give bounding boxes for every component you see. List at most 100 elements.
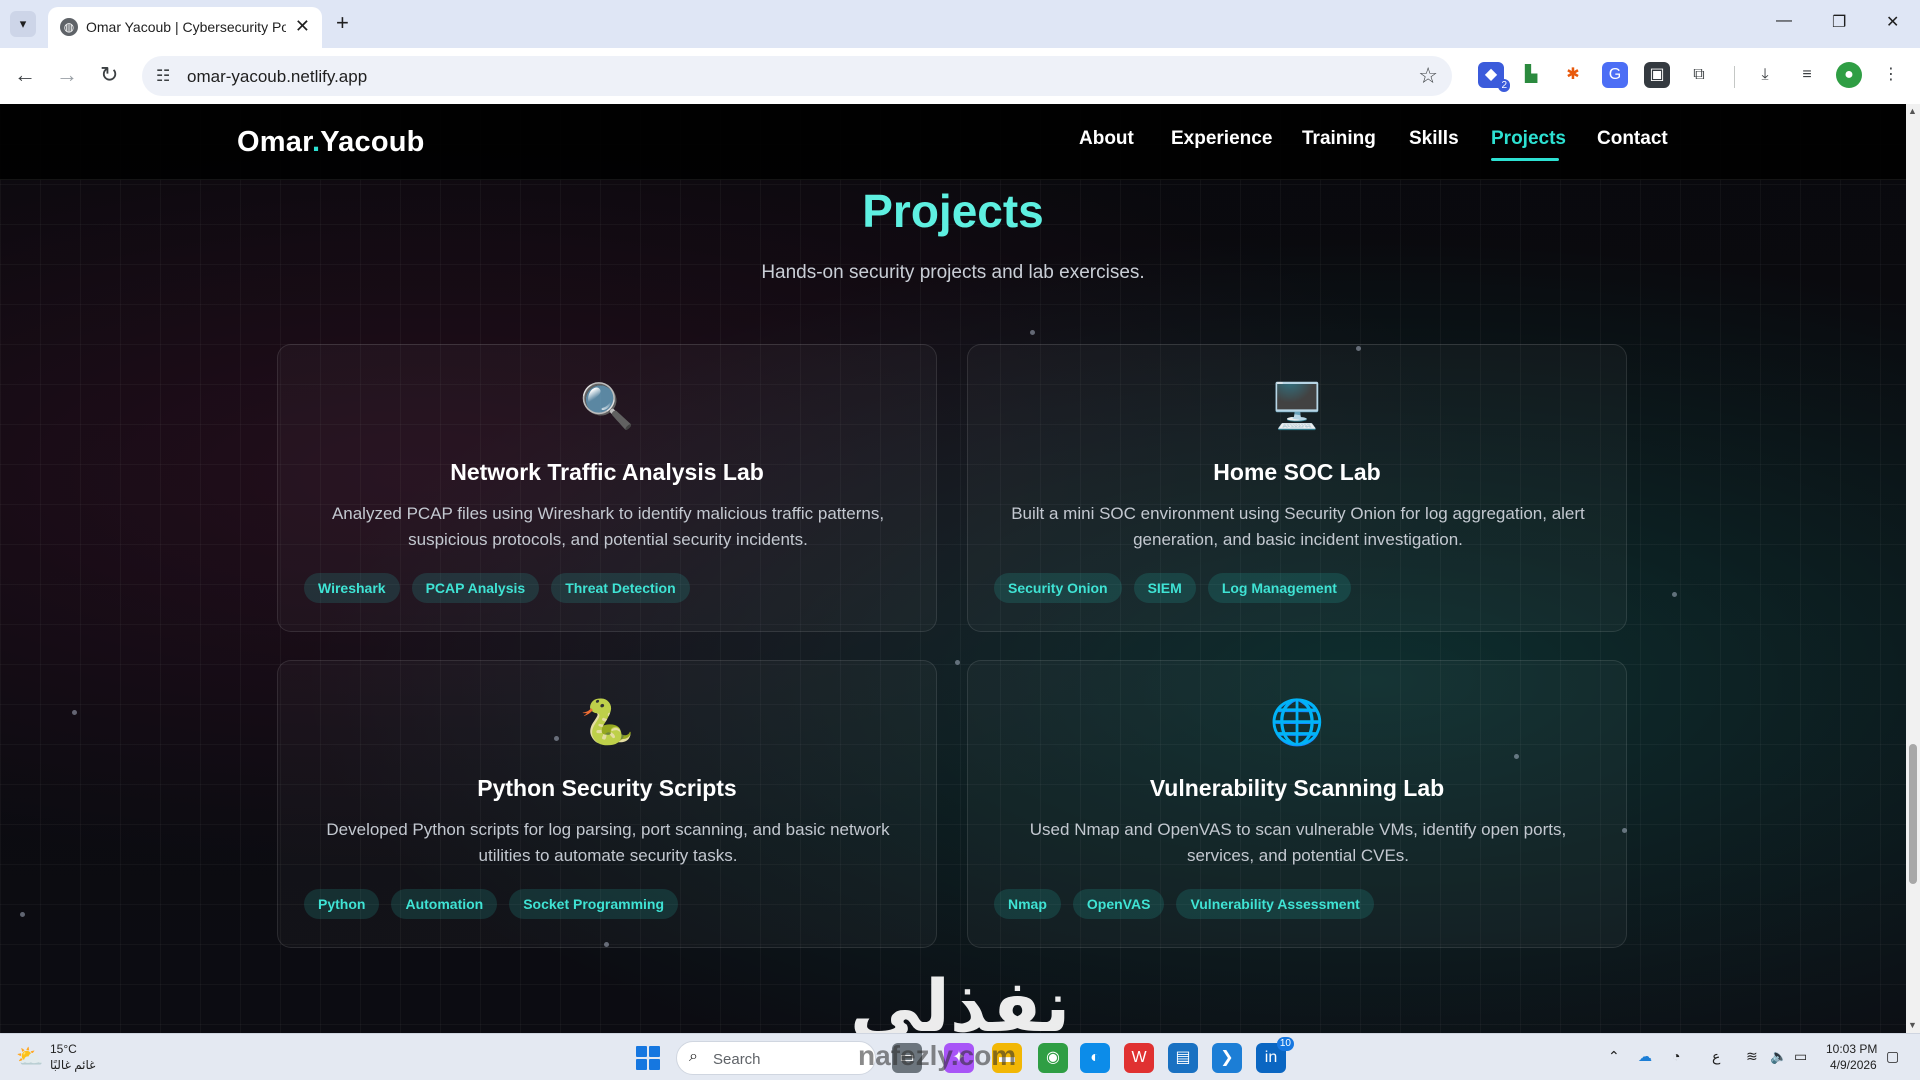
extension-5-icon[interactable]: ▣ <box>1644 62 1670 88</box>
tab-title: Omar Yacoub | Cybersecurity Portfolio <box>86 19 286 35</box>
tab-search-button[interactable]: ▾ <box>10 11 36 37</box>
reload-icon[interactable]: ↻ <box>100 62 118 88</box>
particle <box>72 710 77 715</box>
browser-tab[interactable]: ◍ Omar Yacoub | Cybersecurity Portfolio … <box>48 7 322 48</box>
weather-temperature[interactable]: 15°C <box>50 1042 77 1056</box>
linkedin-icon[interactable]: in 10 <box>1256 1037 1294 1073</box>
battery-icon[interactable]: ▭ <box>1794 1048 1807 1065</box>
toolbar-separator <box>1734 66 1735 88</box>
bookmark-star-icon[interactable]: ☆ <box>1418 63 1438 89</box>
tag: Automation <box>391 889 498 919</box>
tag: Security Onion <box>994 573 1122 603</box>
project-description: Analyzed PCAP files using Wireshark to i… <box>331 504 885 549</box>
volume-icon[interactable]: 🔈 <box>1770 1048 1787 1065</box>
particle <box>1030 330 1035 335</box>
notifications-icon[interactable]: ▢ <box>1886 1048 1899 1065</box>
clock-time[interactable]: 10:03 PM <box>1826 1042 1877 1056</box>
weather-cloud-icon[interactable]: ⛅ <box>16 1044 43 1070</box>
weather-description[interactable]: غائم غالبًا <box>50 1058 95 1072</box>
project-card-vuln-scanning: 🌐 Vulnerability Scanning Lab Used Nmap a… <box>967 660 1627 948</box>
linkedin-badge: 10 <box>1276 1037 1294 1051</box>
extension-badge: 2 <box>1498 79 1510 92</box>
section-title: Projects <box>862 185 1044 237</box>
page-scrollbar[interactable]: ▲ ▼ <box>1906 104 1920 1033</box>
translate-icon[interactable]: G <box>1602 62 1628 88</box>
tray-chevron-icon[interactable]: ⌃ <box>1608 1048 1620 1065</box>
project-description: Used Nmap and OpenVAS to scan vulnerable… <box>1029 820 1567 865</box>
chrome-icon[interactable]: ◉ <box>1038 1043 1068 1073</box>
particle <box>955 660 960 665</box>
wps-office-icon[interactable]: W <box>1124 1043 1154 1073</box>
input-language[interactable]: ع <box>1712 1048 1720 1065</box>
vscode-icon[interactable]: ❯ <box>1212 1043 1242 1073</box>
project-description: Developed Python scripts for log parsing… <box>326 820 890 865</box>
profile-avatar[interactable]: ● <box>1836 62 1862 88</box>
wifi-icon[interactable]: ≋ <box>1746 1048 1758 1065</box>
taskbar-search[interactable]: ⌕ Search <box>676 1041 876 1075</box>
tray-app-icon[interactable]: ◔ <box>1672 1048 1680 1064</box>
project-card-python-scripts: 🐍 Python Security Scripts Developed Pyth… <box>277 660 937 948</box>
nav-skills[interactable]: Skills <box>1409 128 1459 150</box>
extension-3-icon[interactable]: ✱ <box>1560 62 1586 88</box>
scroll-down-icon[interactable]: ▼ <box>1908 1020 1917 1030</box>
clock-date[interactable]: 4/9/2026 <box>1830 1058 1877 1072</box>
tag-list: Security Onion SIEM Log Management <box>994 573 1351 603</box>
tag-list: Nmap OpenVAS Vulnerability Assessment <box>994 889 1374 919</box>
tag: OpenVAS <box>1072 889 1165 919</box>
browser-tab-bar: ▾ ◍ Omar Yacoub | Cybersecurity Portfoli… <box>0 0 1920 48</box>
extension-2-icon[interactable]: ▙ <box>1518 62 1544 88</box>
globe-favicon-icon: ◍ <box>60 18 78 36</box>
scroll-thumb[interactable] <box>1909 744 1917 884</box>
scroll-up-icon[interactable]: ▲ <box>1908 106 1917 116</box>
minimize-icon[interactable]: — <box>1776 12 1792 30</box>
project-title: Python Security Scripts <box>477 775 737 801</box>
restore-icon[interactable]: ❐ <box>1832 12 1846 32</box>
project-title: Home SOC Lab <box>1213 459 1381 485</box>
nav-projects[interactable]: Projects <box>1491 128 1566 150</box>
nav-contact[interactable]: Contact <box>1597 128 1668 150</box>
tag: Nmap <box>994 889 1061 919</box>
nav-training[interactable]: Training <box>1302 128 1376 150</box>
search-placeholder: Search <box>713 1051 761 1068</box>
puzzle-extensions-icon[interactable]: ⧉ <box>1686 62 1712 88</box>
new-tab-button[interactable]: + <box>336 10 349 36</box>
url-text[interactable]: omar-yacoub.netlify.app <box>187 67 367 87</box>
tag-list: Python Automation Socket Programming <box>304 889 679 919</box>
python-snake-icon: 🐍 <box>579 698 635 747</box>
desktop-computer-icon: 🖥️ <box>1269 382 1325 431</box>
active-nav-underline <box>1491 158 1559 161</box>
project-title: Vulnerability Scanning Lab <box>1149 775 1445 801</box>
magnifier-icon: 🔍 <box>579 382 635 431</box>
address-bar[interactable]: ☷ omar-yacoub.netlify.app ☆ <box>142 56 1452 96</box>
site-navbar: Omar.Yacoub About Experience Training Sk… <box>0 104 1906 180</box>
edge-icon[interactable]: ◐ <box>1080 1043 1110 1073</box>
menu-kebab-icon[interactable]: ⋮ <box>1878 62 1904 88</box>
site-info-icon[interactable]: ☷ <box>156 66 170 86</box>
media-control-icon[interactable]: ≡ <box>1794 62 1820 88</box>
download-icon[interactable]: ⤓ <box>1752 62 1778 88</box>
particle <box>1672 592 1677 597</box>
close-window-icon[interactable]: ✕ <box>1886 12 1899 32</box>
forward-icon[interactable]: → <box>56 62 78 88</box>
tag: Wireshark <box>304 573 400 603</box>
extension-1-icon[interactable]: ◆ 2 <box>1478 62 1510 92</box>
logo-last: Yacoub <box>320 126 425 158</box>
logo-first: Omar <box>237 126 312 158</box>
site-logo[interactable]: Omar.Yacoub <box>237 126 425 159</box>
notepad-icon[interactable]: ▤ <box>1168 1043 1198 1073</box>
project-card-home-soc: 🖥️ Home SOC Lab Built a mini SOC environ… <box>967 344 1627 632</box>
nav-experience[interactable]: Experience <box>1171 128 1272 150</box>
tab-close-icon[interactable]: ✕ <box>295 16 310 37</box>
nav-about[interactable]: About <box>1079 128 1134 150</box>
tag: SIEM <box>1133 573 1196 603</box>
globe-icon: 🌐 <box>1269 698 1325 747</box>
browser-toolbar: ← → ↻ ☷ omar-yacoub.netlify.app ☆ ◆ 2 ▙ ✱… <box>0 48 1920 104</box>
tag: Threat Detection <box>551 573 690 603</box>
project-card-network-traffic: 🔍 Network Traffic Analysis Lab Analyzed … <box>277 344 937 632</box>
tag: Log Management <box>1207 573 1351 603</box>
onedrive-cloud-icon[interactable]: ☁ <box>1638 1048 1652 1065</box>
project-title: Network Traffic Analysis Lab <box>450 459 764 485</box>
search-icon: ⌕ <box>689 1048 698 1065</box>
windows-start-icon[interactable] <box>636 1046 660 1070</box>
back-icon[interactable]: ← <box>14 62 36 88</box>
